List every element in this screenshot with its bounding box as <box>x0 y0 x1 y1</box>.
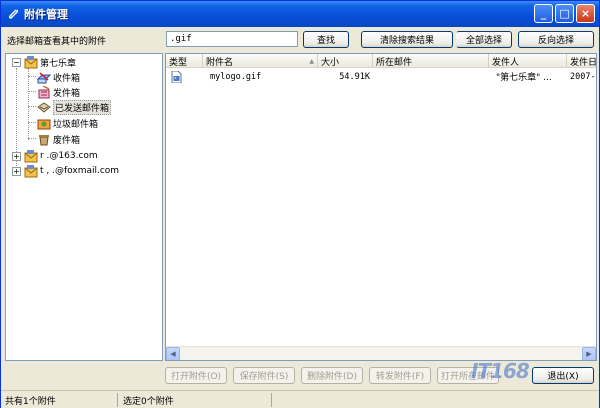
tree-node-label: t , .@foxmail.com <box>40 166 120 176</box>
save-attachment-button[interactable]: 保存附件(S) <box>233 367 295 384</box>
status-total-count: 共有1个附件 <box>5 396 56 407</box>
tree-node-junk[interactable]: 垃圾邮件箱 <box>34 116 98 130</box>
column-header-date[interactable]: 发件日 <box>567 54 596 68</box>
mailbox-icon <box>24 55 38 68</box>
title-bar[interactable]: 附件管理 _ □ × <box>1 1 599 27</box>
tree-node-label-selected: 已发送邮件箱 <box>53 99 112 115</box>
sort-ascending-icon: ▲ <box>309 57 314 65</box>
expand-toggle[interactable]: + <box>12 151 21 161</box>
image-file-icon <box>171 70 187 83</box>
horizontal-scrollbar[interactable]: ◀ ▶ <box>166 346 596 360</box>
window-title: 附件管理 <box>24 8 68 21</box>
invert-selection-button[interactable]: 反向选择 <box>518 31 594 48</box>
top-controls: 选择邮箱查看其中的附件 查找 清除搜索结果 全部选择 反向选择 <box>1 31 599 49</box>
tree-node-label: 废件箱 <box>53 135 81 146</box>
paperclip-icon <box>6 7 20 21</box>
list-header: 类型 附件名 ▲ 大小 所在邮件 发件人 发件日 <box>166 54 596 68</box>
tree-node-account-1[interactable]: − 第七乐章 <box>12 55 76 69</box>
close-button[interactable]: × <box>576 4 595 23</box>
expand-toggle[interactable]: + <box>12 166 21 176</box>
mailbox-tree[interactable]: − 第七乐章 收件箱 发件箱 已发送邮件箱 垃圾邮件箱 废件箱 + r .@16… <box>5 53 163 361</box>
column-header-size[interactable]: 大小 <box>318 54 373 68</box>
status-selected-count: 选定0个附件 <box>123 396 174 407</box>
inbox-icon <box>37 71 51 83</box>
tree-node-label: 发件箱 <box>53 88 81 99</box>
outbox-icon <box>38 85 50 98</box>
junk-icon <box>37 119 51 129</box>
delete-attachment-button[interactable]: 删除附件(D) <box>301 367 363 384</box>
status-divider <box>271 393 272 407</box>
mailbox-icon <box>24 149 38 162</box>
column-header-type[interactable]: 类型 <box>166 54 203 68</box>
mailbox-select-label: 选择邮箱查看其中的附件 <box>7 37 107 47</box>
column-header-name-label: 附件名 <box>206 57 234 68</box>
attachment-list[interactable]: 类型 附件名 ▲ 大小 所在邮件 发件人 发件日 mylogo.gif 54.9… <box>165 53 597 361</box>
collapse-toggle[interactable]: − <box>12 57 21 67</box>
attachment-manager-window: 附件管理 _ □ × 选择邮箱查看其中的附件 查找 清除搜索结果 全部选择 反向… <box>0 0 600 408</box>
sent-icon <box>37 101 51 113</box>
find-button[interactable]: 查找 <box>303 31 349 48</box>
column-header-name[interactable]: 附件名 ▲ <box>203 54 318 68</box>
tree-node-label: 收件箱 <box>53 73 81 84</box>
status-divider <box>117 393 118 407</box>
tree-guide <box>28 68 29 140</box>
tree-node-outbox[interactable]: 发件箱 <box>34 85 80 99</box>
tree-node-account-2[interactable]: + r .@163.com <box>12 149 98 163</box>
minimize-button[interactable]: _ <box>534 4 553 23</box>
tree-node-inbox[interactable]: 收件箱 <box>34 70 80 84</box>
open-mail-button[interactable]: 打开所在邮件 <box>437 367 499 384</box>
trash-icon <box>39 134 49 145</box>
column-header-sender[interactable]: 发件人 <box>489 54 567 68</box>
status-bar: 共有1个附件 选定0个附件 <box>1 390 599 408</box>
open-attachment-button[interactable]: 打开附件(O) <box>165 367 227 384</box>
scroll-right-icon[interactable]: ▶ <box>582 347 596 360</box>
attachment-sender: "第七乐章" ... <box>496 73 552 83</box>
select-all-button[interactable]: 全部选择 <box>456 31 512 48</box>
attachment-size: 54.91K <box>339 71 370 82</box>
attachment-mail <box>376 70 486 83</box>
tree-node-label: r .@163.com <box>40 151 98 161</box>
clear-search-button[interactable]: 清除搜索结果 <box>361 31 453 48</box>
mailbox-icon <box>24 164 38 177</box>
exit-button[interactable]: 退出(X) <box>532 367 594 384</box>
forward-attachment-button[interactable]: 转发附件(F) <box>369 367 431 384</box>
search-input[interactable] <box>166 31 298 47</box>
tree-node-label: 第七乐章 <box>40 58 77 69</box>
tree-node-sent[interactable]: 已发送邮件箱 <box>34 99 112 115</box>
maximize-button[interactable]: □ <box>555 4 574 23</box>
attachment-name: mylogo.gif <box>210 71 262 82</box>
column-header-mail[interactable]: 所在邮件 <box>373 54 489 68</box>
tree-node-trash[interactable]: 废件箱 <box>34 132 80 146</box>
scroll-left-icon[interactable]: ◀ <box>166 347 180 360</box>
tree-node-account-3[interactable]: + t , .@foxmail.com <box>12 164 119 178</box>
attachment-date: 2007- <box>570 71 596 82</box>
tree-node-label: 垃圾邮件箱 <box>53 119 99 130</box>
